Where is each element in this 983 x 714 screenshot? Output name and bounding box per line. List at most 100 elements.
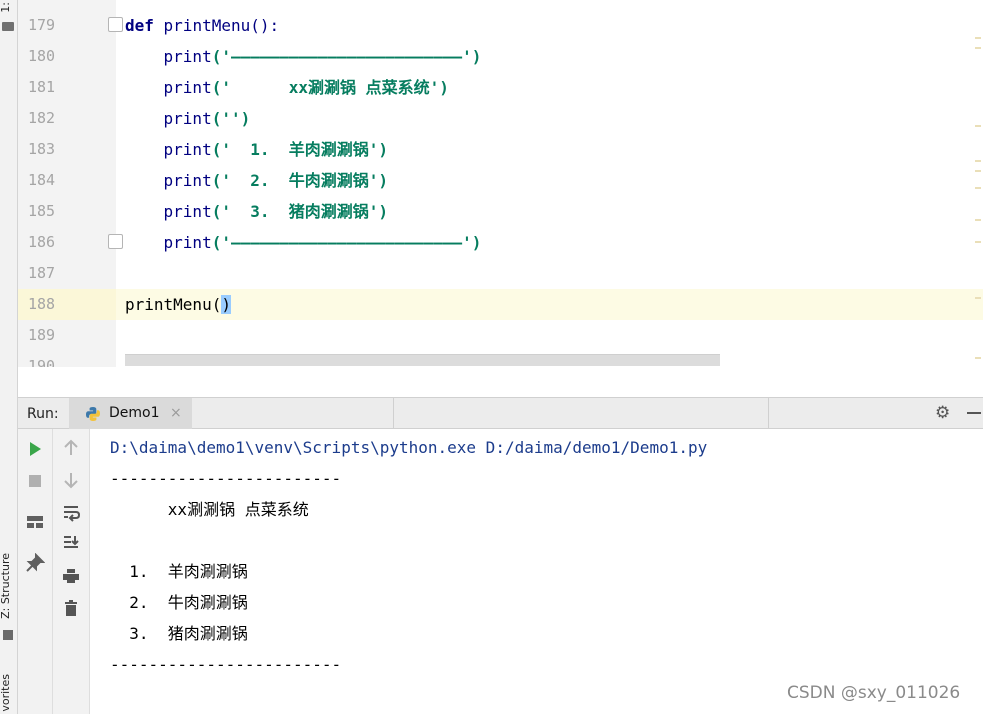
run-tab-demo1[interactable]: Demo1 ×: [69, 398, 192, 429]
line-number: 179: [28, 16, 56, 34]
code-token: print: [125, 109, 212, 128]
run-icon[interactable]: [25, 439, 45, 459]
python-icon: [86, 407, 100, 421]
error-stripe-mark[interactable]: [975, 37, 981, 39]
line-number: 189: [28, 326, 56, 344]
close-tab-icon[interactable]: ×: [170, 398, 182, 429]
code-token: print: [125, 78, 212, 97]
scroll-to-end-icon[interactable]: [61, 533, 81, 553]
code-text: print(' 3. 猪肉涮涮锅'): [125, 196, 389, 227]
code-token: (''): [211, 109, 251, 128]
watermark-text: CSDN @sxy_011026: [787, 683, 961, 703]
pin-icon[interactable]: [25, 553, 45, 573]
code-token: (' 3. 猪肉涮涮锅'): [211, 202, 389, 221]
code-text: printMenu(): [125, 289, 231, 320]
favorites-tab[interactable]: vorites: [0, 670, 17, 714]
code-line[interactable]: 189: [18, 320, 983, 351]
run-tab-label: Demo1: [109, 405, 160, 421]
code-token: print: [125, 140, 212, 159]
structure-icon: [3, 630, 13, 640]
code-token: printMenu():: [153, 16, 280, 35]
code-line[interactable]: 182 print(''): [18, 103, 983, 134]
code-line[interactable]: 181 print(' xx涮涮锅 点菜系统'): [18, 72, 983, 103]
error-stripe-mark[interactable]: [975, 170, 981, 172]
code-text: print(''): [125, 103, 251, 134]
code-editor[interactable]: 179 def printMenu(): 180 print('——————————…: [18, 0, 983, 367]
project-tab[interactable]: 1:: [0, 0, 17, 36]
fold-icon[interactable]: [108, 17, 123, 32]
console-output-line: ------------------------: [110, 469, 342, 488]
down-arrow-icon[interactable]: [61, 470, 81, 490]
code-token: def: [125, 16, 154, 35]
line-number: 181: [28, 78, 56, 96]
code-text: def printMenu():: [125, 10, 279, 41]
code-line[interactable]: 185 print(' 3. 猪肉涮涮锅'): [18, 196, 983, 227]
line-number: 184: [28, 171, 56, 189]
code-line[interactable]: 179 def printMenu():: [18, 10, 983, 41]
code-token: ('————————————————————————'): [211, 47, 482, 66]
code-line[interactable]: 180 print('————————————————————————'): [18, 41, 983, 72]
structure-tab-label: Z: Structure: [0, 553, 12, 619]
code-line[interactable]: 183 print(' 1. 羊肉涮涮锅'): [18, 134, 983, 165]
console-output-line: 2. 牛肉涮涮锅: [110, 593, 248, 612]
code-text: print(' xx涮涮锅 点菜系统'): [125, 72, 449, 103]
console-command-line: D:\daima\demo1\venv\Scripts\python.exe D…: [110, 438, 708, 457]
folder-icon: [2, 22, 14, 31]
code-text: print('————————————————————————'): [125, 227, 482, 258]
line-number: 188: [18, 289, 116, 320]
error-stripe-mark[interactable]: [975, 297, 981, 299]
code-token: (' 2. 牛肉涮涮锅'): [211, 171, 389, 190]
line-number: 187: [28, 264, 56, 282]
header-divider: [393, 398, 394, 429]
layout-icon[interactable]: [25, 512, 45, 532]
code-token: ('————————————————————————'): [211, 233, 482, 252]
run-toolbar-primary: [18, 429, 53, 714]
console-output-line: 1. 羊肉涮涮锅: [110, 562, 248, 581]
line-number: 190: [28, 357, 56, 367]
error-stripe-mark[interactable]: [975, 160, 981, 162]
code-line[interactable]: 188 printMenu(): [18, 289, 983, 320]
line-number: 186: [28, 233, 56, 251]
error-stripe-mark[interactable]: [975, 357, 981, 359]
code-token: printMenu(: [125, 295, 222, 314]
stop-icon[interactable]: [25, 471, 45, 491]
console-output-line: xx涮涮锅 点菜系统: [110, 500, 309, 519]
line-number: 185: [28, 202, 56, 220]
code-token: (' xx涮涮锅 点菜系统'): [211, 78, 449, 97]
error-stripe-mark[interactable]: [975, 219, 981, 221]
error-stripe-mark[interactable]: [975, 125, 981, 127]
line-number: 182: [28, 109, 56, 127]
code-line[interactable]: 184 print(' 2. 牛肉涮涮锅'): [18, 165, 983, 196]
code-token: (' 1. 羊肉涮涮锅'): [211, 140, 389, 159]
error-stripe-mark[interactable]: [975, 241, 981, 243]
code-text: print(' 1. 羊肉涮涮锅'): [125, 134, 389, 165]
line-number: 180: [28, 47, 56, 65]
favorites-tab-label: vorites: [0, 674, 12, 712]
run-label: Run:: [27, 406, 59, 422]
minimize-icon[interactable]: [967, 412, 981, 414]
trash-icon[interactable]: [61, 598, 81, 618]
soft-wrap-icon[interactable]: [61, 502, 81, 522]
horizontal-scrollbar[interactable]: [125, 354, 720, 366]
project-tab-label: 1:: [0, 2, 12, 13]
code-line[interactable]: 187: [18, 258, 983, 289]
error-stripe-mark[interactable]: [975, 47, 981, 49]
left-tool-strip: 1: Z: Structure vorites: [0, 0, 18, 714]
run-toolbar-secondary: [53, 429, 90, 714]
fold-icon[interactable]: [108, 234, 123, 249]
code-text: print(' 2. 牛肉涮涮锅'): [125, 165, 389, 196]
code-token: print: [125, 202, 212, 221]
print-icon[interactable]: [61, 566, 81, 586]
error-stripe-mark[interactable]: [975, 187, 981, 189]
structure-tab[interactable]: Z: Structure: [0, 548, 17, 643]
code-token: print: [125, 171, 212, 190]
header-divider: [768, 398, 769, 429]
line-number: 183: [28, 140, 56, 158]
code-text: print('————————————————————————'): [125, 41, 482, 72]
code-line[interactable]: 186 print('————————————————————————'): [18, 227, 983, 258]
up-arrow-icon[interactable]: [61, 438, 81, 458]
console-output-line: ------------------------: [110, 655, 342, 674]
settings-gear-icon[interactable]: ⚙: [935, 398, 950, 429]
code-token: print: [125, 47, 212, 66]
run-console-output[interactable]: D:\daima\demo1\venv\Scripts\python.exe D…: [90, 429, 983, 714]
